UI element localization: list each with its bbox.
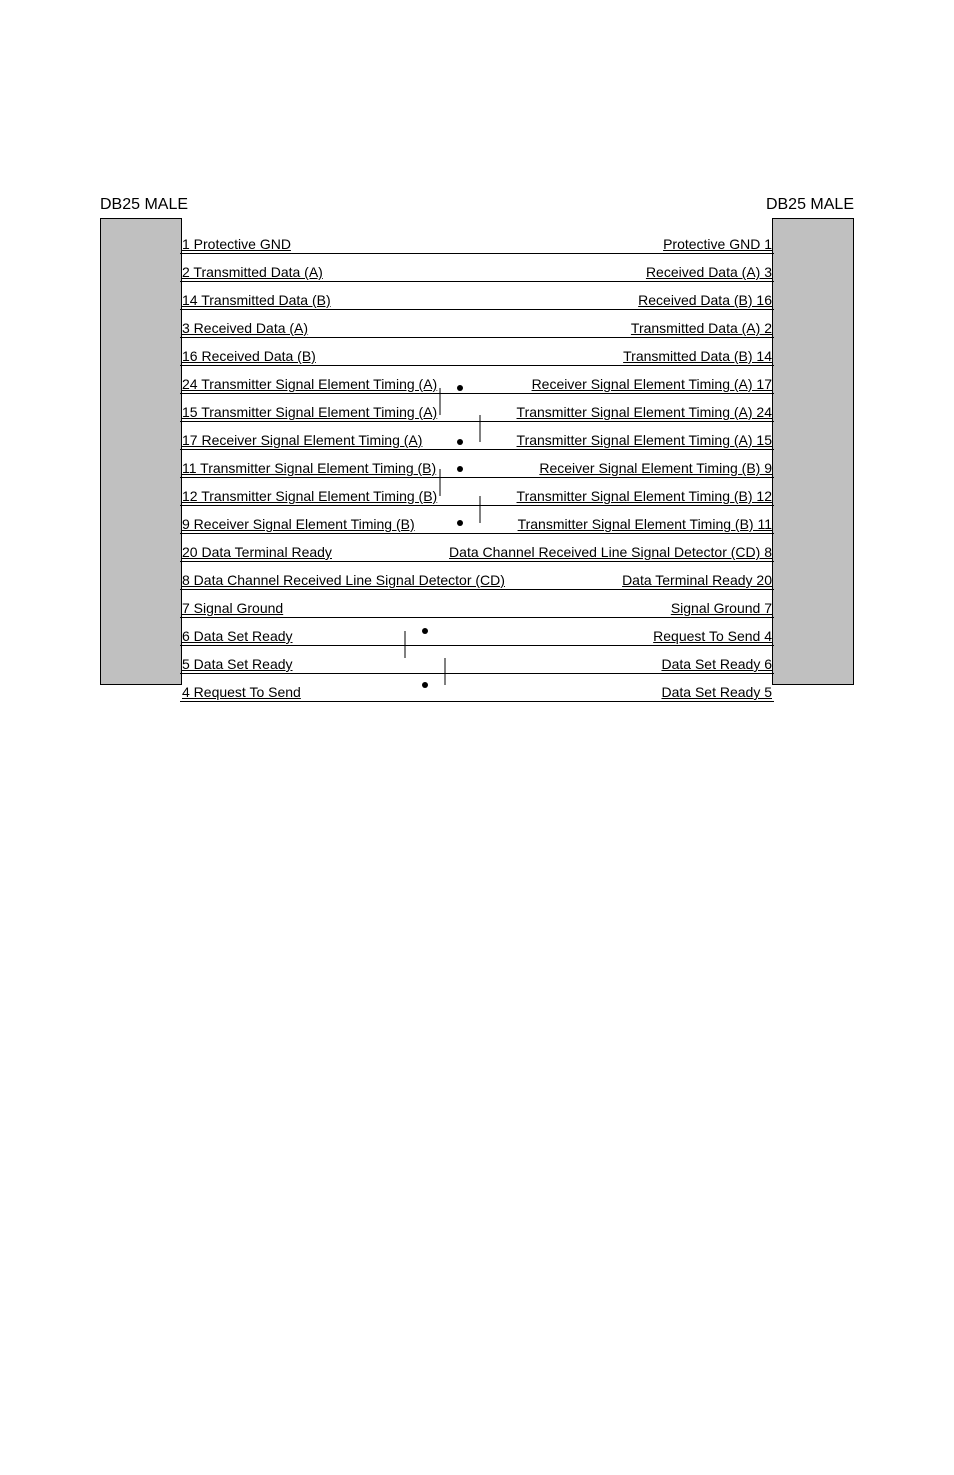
right-pin-label: Data Set Ready 6 xyxy=(661,656,772,672)
right-connector xyxy=(772,218,854,685)
pinout-row: 1 Protective GND Protective GND 1 xyxy=(180,226,774,254)
left-pin-label: 9 Receiver Signal Element Timing (B) xyxy=(182,516,415,532)
right-pin-label: Protective GND 1 xyxy=(663,236,772,252)
pinout-row: 20 Data Terminal Ready Data Channel Recei… xyxy=(180,534,774,562)
right-pin-label: Receiver Signal Element Timing (A) 17 xyxy=(532,376,772,392)
left-pin-label: 8 Data Channel Received Line Signal Dete… xyxy=(182,572,505,588)
left-pin-label: 3 Received Data (A) xyxy=(182,320,308,336)
right-pin-label: Received Data (B) 16 xyxy=(638,292,772,308)
left-pin-label: 5 Data Set Ready xyxy=(182,656,293,672)
pinout-row: 7 Signal Ground Signal Ground 7 xyxy=(180,590,774,618)
left-pin-label: 16 Received Data (B) xyxy=(182,348,316,364)
left-connector xyxy=(100,218,182,685)
right-pin-label: Receiver Signal Element Timing (B) 9 xyxy=(539,460,772,476)
pinout-row: 17 Receiver Signal Element Timing (A) Tra… xyxy=(180,422,774,450)
pinout-row: 16 Received Data (B) Transmitted Data (B)… xyxy=(180,338,774,366)
pinout-row: 3 Received Data (A) Transmitted Data (A) … xyxy=(180,310,774,338)
right-pin-label: Transmitted Data (A) 2 xyxy=(631,320,772,336)
left-pin-label: 15 Transmitter Signal Element Timing (A) xyxy=(182,404,437,420)
right-pin-label: Transmitter Signal Element Timing (A) 24 xyxy=(517,404,772,420)
left-pin-label: 11 Transmitter Signal Element Timing (B) xyxy=(182,460,436,476)
right-pin-label: Data Terminal Ready 20 xyxy=(622,572,772,588)
pinout-row: 9 Receiver Signal Element Timing (B) Tran… xyxy=(180,506,774,534)
pinout-row: 11 Transmitter Signal Element Timing (B)… xyxy=(180,450,774,478)
pinout-row: 4 Request To Send Data Set Ready 5 xyxy=(180,674,774,702)
pinout-row: 14 Transmitted Data (B) Received Data (B)… xyxy=(180,282,774,310)
left-pin-label: 1 Protective GND xyxy=(182,236,291,252)
header-right: DB25 MALE xyxy=(766,196,854,214)
left-pin-label: 2 Transmitted Data (A) xyxy=(182,264,323,280)
right-pin-label: Transmitter Signal Element Timing (B) 11 xyxy=(518,516,772,532)
right-pin-label: Signal Ground 7 xyxy=(671,600,772,616)
right-pin-label: Received Data (A) 3 xyxy=(646,264,772,280)
pinout-row: 8 Data Channel Received Line Signal Dete… xyxy=(180,562,774,590)
left-pin-label: 20 Data Terminal Ready xyxy=(182,544,332,560)
left-pin-label: 24 Transmitter Signal Element Timing (A) xyxy=(182,376,437,392)
left-pin-label: 7 Signal Ground xyxy=(182,600,283,616)
header-left: DB25 MALE xyxy=(100,196,188,214)
left-pin-label: 17 Receiver Signal Element Timing (A) xyxy=(182,432,422,448)
left-pin-label: 12 Transmitter Signal Element Timing (B) xyxy=(182,488,437,504)
right-pin-label: Transmitted Data (B) 14 xyxy=(623,348,772,364)
pinout-row: 15 Transmitter Signal Element Timing (A)… xyxy=(180,394,774,422)
left-pin-label: 14 Transmitted Data (B) xyxy=(182,292,331,308)
right-pin-label: Request To Send 4 xyxy=(653,628,772,644)
left-pin-label: 6 Data Set Ready xyxy=(182,628,293,644)
right-pin-label: Transmitter Signal Element Timing (A) 15 xyxy=(517,432,772,448)
pinout-row: 5 Data Set Ready Data Set Ready 6 xyxy=(180,646,774,674)
pinout-row: 12 Transmitter Signal Element Timing (B)… xyxy=(180,478,774,506)
pinout-rows: 1 Protective GND Protective GND 1 2 Transm… xyxy=(180,226,774,702)
pinout-row: 6 Data Set Ready Request To Send 4 xyxy=(180,618,774,646)
right-pin-label: Data Channel Received Line Signal Detect… xyxy=(449,544,772,560)
right-pin-label: Transmitter Signal Element Timing (B) 12 xyxy=(517,488,772,504)
pinout-row: 24 Transmitter Signal Element Timing (A)… xyxy=(180,366,774,394)
pinout-row: 2 Transmitted Data (A) Received Data (A) … xyxy=(180,254,774,282)
left-pin-label: 4 Request To Send xyxy=(182,684,301,700)
right-pin-label: Data Set Ready 5 xyxy=(661,684,772,700)
